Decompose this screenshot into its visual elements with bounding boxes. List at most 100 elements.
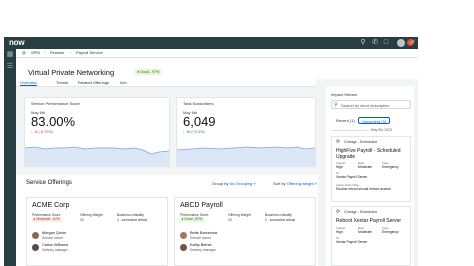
change-card[interactable]: ⟳ Change - Scheduled HighFive Payroll - … bbox=[331, 136, 411, 202]
tab-upcoming[interactable]: Upcoming (3) bbox=[358, 117, 391, 124]
type-value: Emergency bbox=[382, 165, 399, 169]
phone-icon[interactable]: ✆ bbox=[371, 39, 379, 47]
weight-label: Offering Weight bbox=[228, 213, 251, 217]
person-role: Service owner bbox=[190, 235, 211, 240]
type-value: Emergency bbox=[382, 230, 399, 234]
tab-info[interactable]: Info bbox=[120, 80, 127, 85]
risk-value: Moderate bbox=[358, 165, 372, 169]
offering-name: ACME Corp bbox=[32, 202, 70, 209]
tab-trends[interactable]: Trends bbox=[56, 80, 68, 85]
criticality-value: 2 - somewhat critical bbox=[117, 218, 148, 222]
ci-value: Xentar Payroll Server bbox=[336, 175, 368, 179]
change-type: Change - Scheduled bbox=[344, 210, 377, 214]
change-type: Change - Scheduled bbox=[344, 140, 377, 144]
risk-value: Moderate bbox=[358, 230, 372, 234]
group-by-value[interactable]: No Grouping bbox=[230, 181, 253, 186]
status-badge-label: Good - 97% bbox=[140, 70, 160, 74]
change-title: Reboot Xentar Payroll Server bbox=[336, 218, 402, 224]
metric-label: Total Subscribers bbox=[183, 101, 214, 106]
tab-overview[interactable]: Overview bbox=[20, 80, 37, 86]
status-badge: ● Good - 97% bbox=[135, 69, 162, 75]
person-row[interactable]: Bette Barcelona Service owner bbox=[180, 231, 300, 241]
sort-by-control[interactable]: Sort by Offering weight ˅ bbox=[273, 181, 317, 186]
breadcrumb-item[interactable]: SPM bbox=[31, 50, 40, 56]
impact-value: High bbox=[336, 230, 343, 234]
weight-label: Offering Weight bbox=[80, 213, 103, 217]
divider-date: May 9th, 2023 bbox=[371, 128, 392, 132]
search-icon[interactable]: ⚲ bbox=[359, 39, 367, 47]
metric-label: Service Performance Score bbox=[31, 101, 80, 106]
impact-value: High bbox=[336, 165, 343, 169]
sparkline-chart bbox=[25, 146, 169, 166]
sync-icon: ⟳ bbox=[336, 139, 341, 145]
criticality-label: Business criticality bbox=[117, 213, 144, 217]
panel-title: Impact Stream bbox=[331, 92, 358, 97]
avatar bbox=[32, 232, 39, 239]
sort-by-value[interactable]: Offering weight bbox=[287, 181, 314, 186]
tab-related-offerings[interactable]: Related Offerings bbox=[78, 80, 109, 85]
sparkline-chart bbox=[177, 146, 315, 166]
page-title: Virtual Private Networking bbox=[28, 68, 115, 77]
weight-value: 10 bbox=[228, 218, 232, 222]
person-row[interactable]: Carlos Williams Delivery manager bbox=[32, 243, 152, 253]
page-header: Virtual Private Networking ● Good - 97% bbox=[16, 58, 418, 79]
impact-stream-panel: Impact Stream ⚲ Search by short descript… bbox=[326, 86, 414, 266]
criticality-label: Business criticality bbox=[265, 213, 292, 217]
chevron-right-icon: › bbox=[44, 50, 46, 55]
change-title: HighFive Payroll - Scheduled Upgrade bbox=[336, 148, 401, 160]
top-navigation-bar: now ⚲ ✆ □ 4 ˅ bbox=[4, 37, 418, 49]
breadcrumb-item[interactable]: Finance bbox=[50, 50, 64, 56]
avatar bbox=[32, 244, 39, 251]
change-card[interactable]: ⟳ Change - Scheduled Reboot Xentar Payro… bbox=[331, 206, 411, 266]
criticality-value: 2 - somewhat critical bbox=[265, 218, 296, 222]
metric-value: 6,049 bbox=[183, 114, 216, 129]
left-rail: ▦ ☰ bbox=[4, 49, 16, 266]
offering-card[interactable]: ABCD Payroll Performance Score Offering … bbox=[174, 197, 316, 266]
apps-grid-icon[interactable]: ▦ bbox=[6, 51, 14, 59]
chevron-right-icon: › bbox=[70, 50, 72, 55]
metric-value: 83.00% bbox=[31, 114, 76, 129]
score-badge: ● Moderate - 62% bbox=[32, 217, 62, 222]
metric-delta: ↑ 16 (+0.3%) bbox=[183, 130, 205, 134]
breadcrumb: ▦ SPM › Finance › Payroll Service bbox=[16, 49, 418, 58]
grid-icon: ▦ bbox=[22, 50, 26, 55]
score-badge: ● Good - 87% bbox=[180, 217, 204, 222]
breadcrumb-item[interactable]: Payroll Service bbox=[76, 50, 103, 56]
app-logo[interactable]: now bbox=[9, 38, 25, 47]
avatar bbox=[180, 232, 187, 239]
favorites-icon[interactable]: ☰ bbox=[6, 63, 14, 71]
person-row[interactable]: Morgan Quinn Service owner bbox=[32, 231, 152, 241]
app-window: now ⚲ ✆ □ 4 ˅ ▦ ☰ ▦ SPM › Finance › Payr… bbox=[4, 37, 418, 266]
person-row[interactable]: Kathy Bethel Delivery manager bbox=[180, 243, 300, 253]
service-offerings-section: Service Offerings Group by No Grouping ˅… bbox=[16, 175, 318, 266]
metric-delta: ↓ -8 (-8.79%) bbox=[31, 130, 53, 134]
offering-card[interactable]: ACME Corp Performance Score Offering Wei… bbox=[26, 197, 168, 266]
date-divider: May 9th, 2023 bbox=[331, 128, 411, 132]
search-icon: ⚲ bbox=[334, 102, 338, 108]
divider-line bbox=[331, 130, 369, 131]
user-avatar[interactable] bbox=[397, 39, 405, 47]
chat-icon[interactable]: □ bbox=[382, 39, 390, 47]
score-value: Moderate - 62% bbox=[36, 217, 60, 221]
weight-value: 10 bbox=[80, 218, 84, 222]
tab-recent[interactable]: Recent (1) bbox=[333, 117, 358, 124]
metric-card-subscribers[interactable]: Total Subscribers May 6th 6,049 ↑ 16 (+0… bbox=[176, 97, 316, 167]
tab-list: Overview Trends Related Offerings Info bbox=[16, 79, 316, 87]
metric-card-performance[interactable]: Service Performance Score May 6th 83.00%… bbox=[24, 97, 170, 167]
person-role: Delivery manager bbox=[42, 247, 68, 252]
search-input[interactable]: ⚲ Search by short description bbox=[331, 100, 411, 109]
offering-name: ABCD Payroll bbox=[180, 202, 223, 209]
avatar bbox=[180, 244, 187, 251]
section-title: Service Offerings bbox=[26, 180, 72, 186]
person-role: Service owner bbox=[42, 235, 63, 240]
metric-delta-value: 16 (+0.3%) bbox=[185, 130, 205, 134]
group-by-label: Group by bbox=[212, 181, 229, 186]
sort-by-label: Sort by bbox=[273, 181, 286, 186]
group-by-control[interactable]: Group by No Grouping ˅ bbox=[212, 181, 256, 186]
chevron-down-icon[interactable]: ˅ bbox=[409, 39, 417, 47]
person-role: Delivery manager bbox=[190, 247, 216, 252]
search-placeholder: Search by short description bbox=[341, 102, 390, 108]
sync-icon: ⟳ bbox=[336, 209, 341, 215]
ci-value: Xentar Payroll Server bbox=[336, 240, 368, 244]
metric-delta-value: -8 (-8.79%) bbox=[33, 130, 53, 134]
